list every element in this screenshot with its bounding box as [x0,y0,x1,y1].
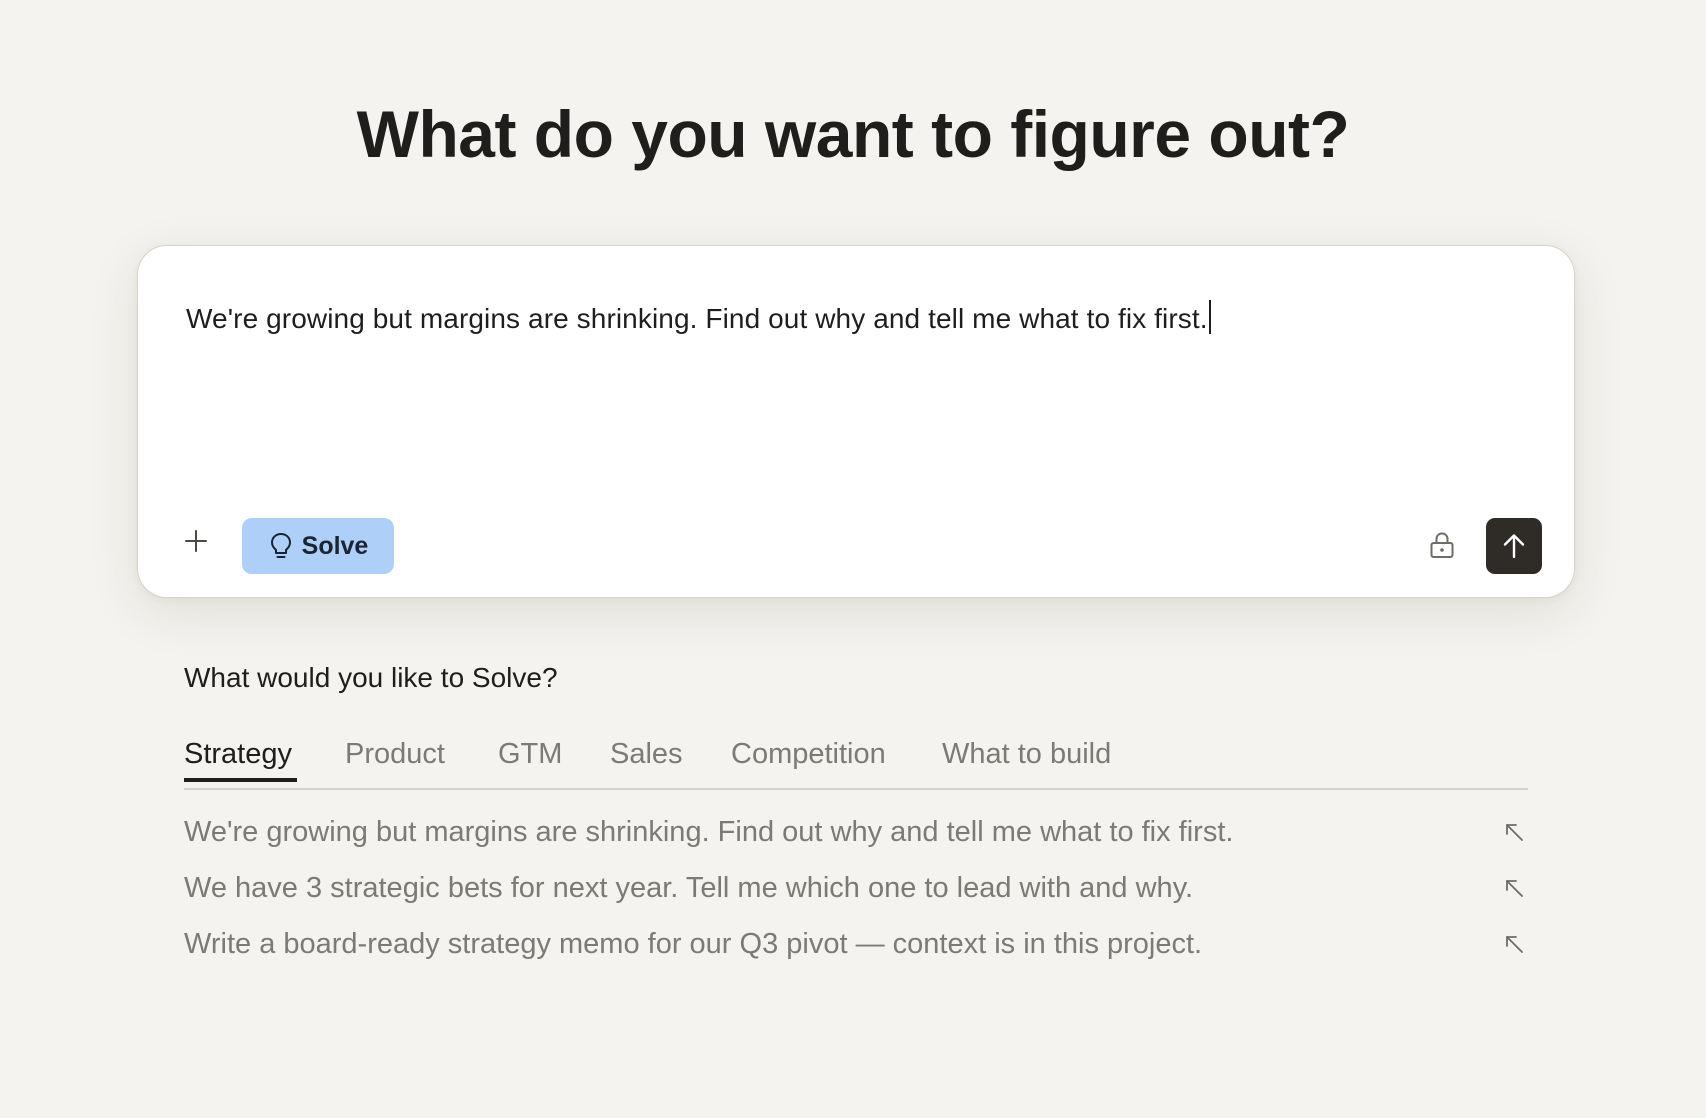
suggestions-heading: What would you like to Solve? [184,662,558,693]
active-tab-indicator [184,778,297,782]
tab-product[interactable]: Product [345,738,445,783]
suggestion-item[interactable]: We have 3 strategic bets for next year. … [184,866,1528,910]
privacy-lock-button[interactable] [1419,522,1465,568]
prompt-input-value: We're growing but margins are shrinking.… [186,303,1208,334]
prompt-composer[interactable]: We're growing but margins are shrinking.… [137,245,1575,598]
arrow-up-icon [1503,534,1525,559]
text-caret [1208,300,1211,334]
suggestion-text: We're growing but margins are shrinking.… [184,815,1234,848]
send-button[interactable] [1486,518,1542,574]
add-attachment-button[interactable] [174,519,218,563]
suggestion-text: Write a board-ready strategy memo for ou… [184,927,1203,960]
arrow-up-left-icon [1500,930,1528,958]
solve-mode-button[interactable]: Solve [242,518,394,574]
suggestion-text: We have 3 strategic bets for next year. … [184,871,1194,904]
suggestion-item[interactable]: We're growing but margins are shrinking.… [184,810,1528,854]
arrow-up-left-icon [1500,818,1528,846]
tab-competition[interactable]: Competition [731,738,886,783]
lightbulb-icon [270,533,291,558]
tab-what-to-build[interactable]: What to build [942,738,1111,783]
suggestion-item[interactable]: Write a board-ready strategy memo for ou… [184,922,1528,966]
plus-icon [185,530,207,552]
prompt-input[interactable]: We're growing but margins are shrinking.… [186,300,1211,335]
arrow-up-left-icon [1500,874,1528,902]
page-title: What do you want to figure out? [356,97,1350,171]
lock-icon [1430,532,1454,558]
category-tabs: Strategy Product GTM Sales Competition W… [184,738,1528,790]
tab-strategy[interactable]: Strategy [184,738,292,783]
tab-sales[interactable]: Sales [610,738,683,783]
solve-button-label: Solve [301,531,369,560]
tab-gtm[interactable]: GTM [498,738,562,783]
